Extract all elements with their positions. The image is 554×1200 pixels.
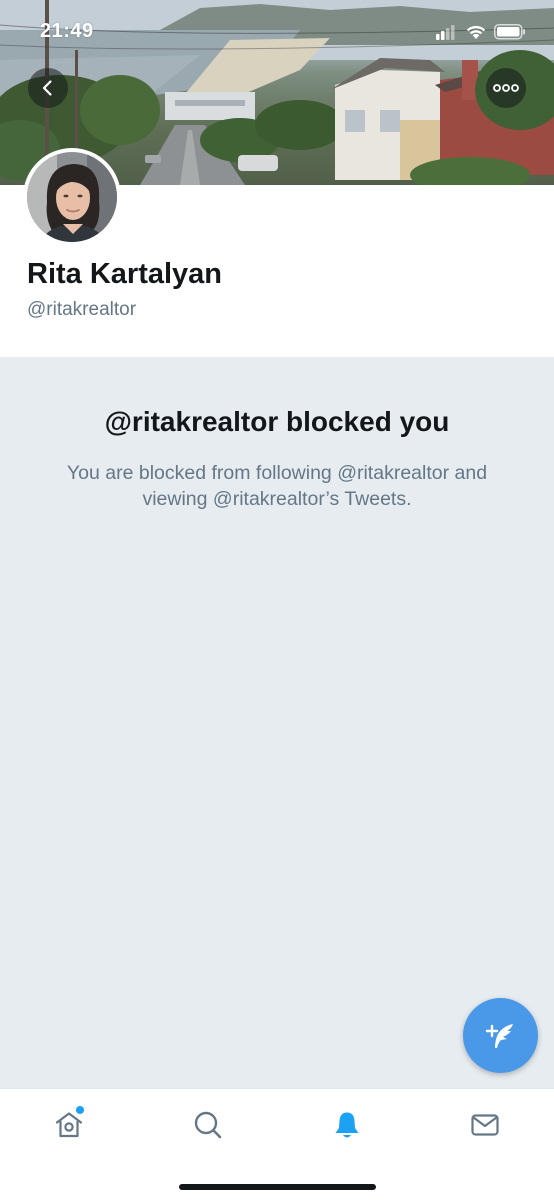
more-icon xyxy=(493,84,519,92)
tab-home[interactable] xyxy=(49,1105,89,1145)
bottom-tab-bar xyxy=(0,1088,554,1200)
home-indicator[interactable] xyxy=(179,1184,376,1190)
tab-messages[interactable] xyxy=(465,1105,505,1145)
status-time: 21:49 xyxy=(40,20,94,42)
chevron-left-icon xyxy=(42,80,52,96)
wifi-icon xyxy=(466,25,486,39)
mail-icon xyxy=(471,1114,499,1136)
profile-display-name: Rita Kartalyan xyxy=(27,258,223,290)
avatar-photo xyxy=(27,152,117,242)
more-options-button[interactable] xyxy=(486,68,526,108)
bell-icon xyxy=(335,1112,359,1138)
search-icon xyxy=(194,1111,222,1139)
blocked-title: @ritakrealtor blocked you xyxy=(104,406,450,437)
cellular-signal-icon xyxy=(436,25,455,40)
profile-avatar[interactable] xyxy=(23,148,121,246)
tab-search[interactable] xyxy=(188,1105,228,1145)
status-icons xyxy=(436,22,528,42)
tab-notifications[interactable] xyxy=(327,1105,367,1145)
blocked-notice-panel: @ritakrealtor blocked you You are blocke… xyxy=(0,357,554,1088)
compose-tweet-button[interactable] xyxy=(463,998,538,1073)
back-button[interactable] xyxy=(28,68,68,108)
profile-screen: 21:49 Rita Kartalyan @ritakrealtor @rita… xyxy=(0,0,554,1200)
home-unread-dot xyxy=(76,1106,84,1114)
blocked-message: You are blocked from following @ritakrea… xyxy=(66,462,488,510)
status-bar: 21:49 xyxy=(0,0,554,66)
profile-handle: @ritakrealtor xyxy=(27,299,137,320)
battery-icon xyxy=(494,24,525,40)
compose-feather-icon xyxy=(485,1023,513,1048)
